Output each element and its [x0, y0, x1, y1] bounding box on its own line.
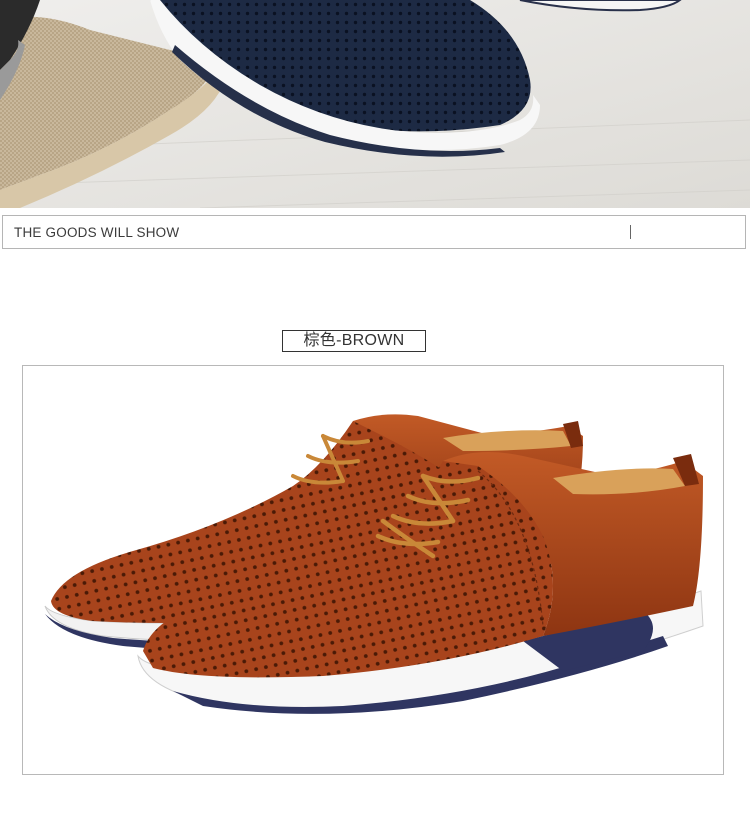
banner-shoes-illustration: [0, 0, 750, 208]
brown-shoes-illustration: [44, 414, 704, 714]
section-title: THE GOODS WILL SHOW: [14, 225, 180, 240]
section-heading-bar: THE GOODS WILL SHOW: [2, 215, 746, 249]
color-variant-label: 棕色-BROWN: [282, 330, 426, 352]
section-divider: [630, 225, 631, 239]
banner-photo: [0, 0, 750, 208]
product-photo-frame: [22, 365, 724, 775]
